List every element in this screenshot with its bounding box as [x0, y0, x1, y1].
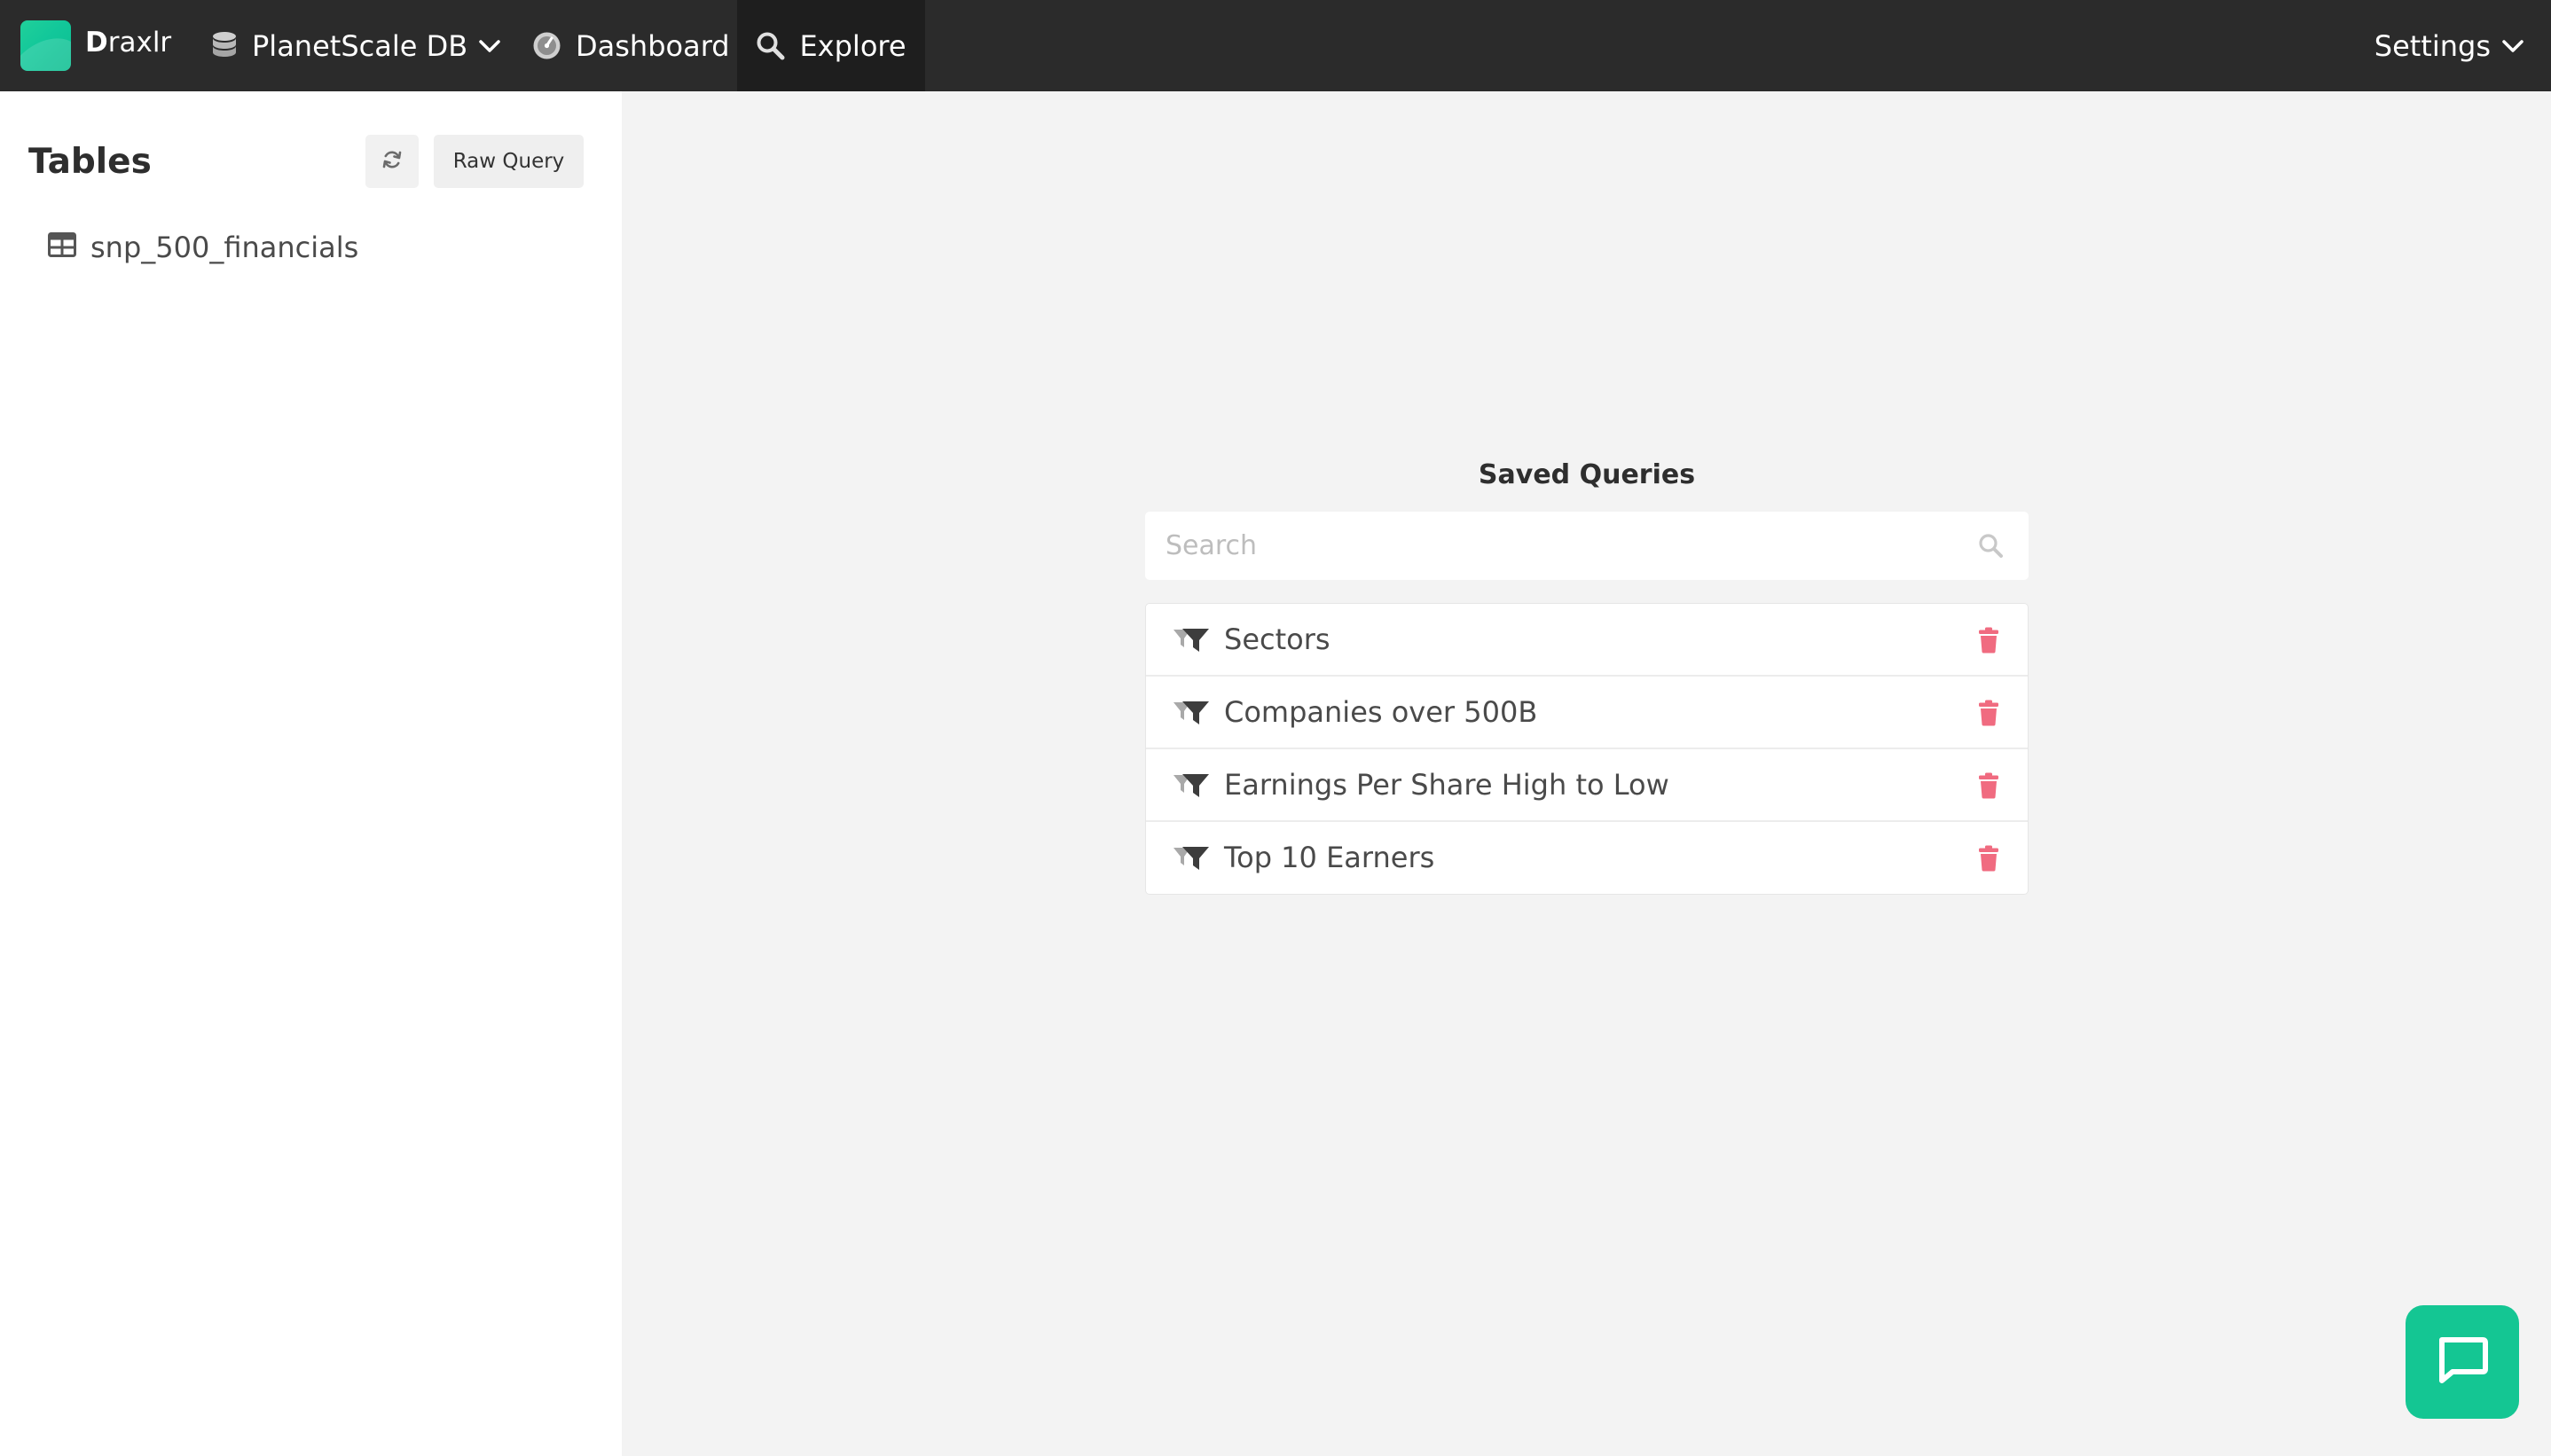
- saved-query-label: Sectors: [1224, 622, 1330, 656]
- trash-icon[interactable]: [1978, 627, 1999, 657]
- settings-menu[interactable]: Settings: [2374, 0, 2524, 91]
- brand-name[interactable]: Draxlr: [85, 27, 171, 59]
- filter-icon: [1173, 627, 1210, 657]
- saved-query-label: Earnings Per Share High to Low: [1224, 768, 1669, 802]
- saved-query-row[interactable]: Sectors: [1146, 604, 2028, 677]
- table-item-label: snp_500_financials: [90, 231, 359, 264]
- saved-query-row[interactable]: Top 10 Earners: [1146, 822, 2028, 895]
- refresh-icon: [381, 149, 403, 174]
- refresh-tables-button[interactable]: [365, 135, 419, 188]
- search-input[interactable]: [1145, 512, 2029, 580]
- filter-icon: [1173, 772, 1210, 802]
- brand-rest: raxlr: [107, 27, 172, 59]
- tables-heading: Tables: [28, 142, 152, 182]
- search-icon: [1978, 533, 2004, 562]
- filter-icon: [1173, 700, 1210, 730]
- saved-queries-heading: Saved Queries: [1478, 459, 1696, 490]
- nav-explore-label: Explore: [799, 28, 907, 63]
- chevron-down-icon: [2501, 38, 2524, 54]
- saved-queries-list: Sectors Companies over 500B Earnings Per…: [1145, 603, 2029, 895]
- draxlr-logo[interactable]: [20, 20, 71, 71]
- brand-initial: D: [85, 27, 108, 59]
- chat-icon: [2437, 1336, 2488, 1388]
- table-icon: [48, 231, 90, 264]
- saved-query-row[interactable]: Earnings Per Share High to Low: [1146, 749, 2028, 822]
- tables-sidebar: Tables Raw Query snp_500_financials: [0, 91, 622, 1456]
- saved-queries-search: [1145, 512, 2029, 580]
- chevron-down-icon: [478, 38, 501, 54]
- nav-dashboard-label: Dashboard: [576, 28, 730, 63]
- saved-query-label: Top 10 Earners: [1224, 841, 1435, 874]
- top-navbar: Draxlr PlanetScale DB Dashboard Explore …: [0, 0, 2551, 91]
- search-icon: [756, 31, 785, 60]
- settings-label: Settings: [2374, 28, 2491, 63]
- raw-query-button[interactable]: Raw Query: [434, 135, 584, 188]
- table-item-snp-500-financials[interactable]: snp_500_financials: [48, 231, 358, 264]
- chat-widget-button[interactable]: [2406, 1305, 2519, 1419]
- database-icon: [211, 31, 238, 61]
- trash-icon[interactable]: [1978, 772, 1999, 802]
- database-selector-label: PlanetScale DB: [252, 28, 468, 63]
- database-selector[interactable]: PlanetScale DB: [211, 0, 501, 91]
- saved-query-label: Companies over 500B: [1224, 695, 1538, 729]
- saved-query-row[interactable]: Companies over 500B: [1146, 677, 2028, 749]
- trash-icon[interactable]: [1978, 845, 1999, 875]
- filter-icon: [1173, 845, 1210, 875]
- nav-dashboard[interactable]: Dashboard: [532, 0, 730, 91]
- dashboard-gauge-icon: [532, 31, 561, 60]
- trash-icon[interactable]: [1978, 700, 1999, 730]
- nav-explore[interactable]: Explore: [737, 0, 925, 91]
